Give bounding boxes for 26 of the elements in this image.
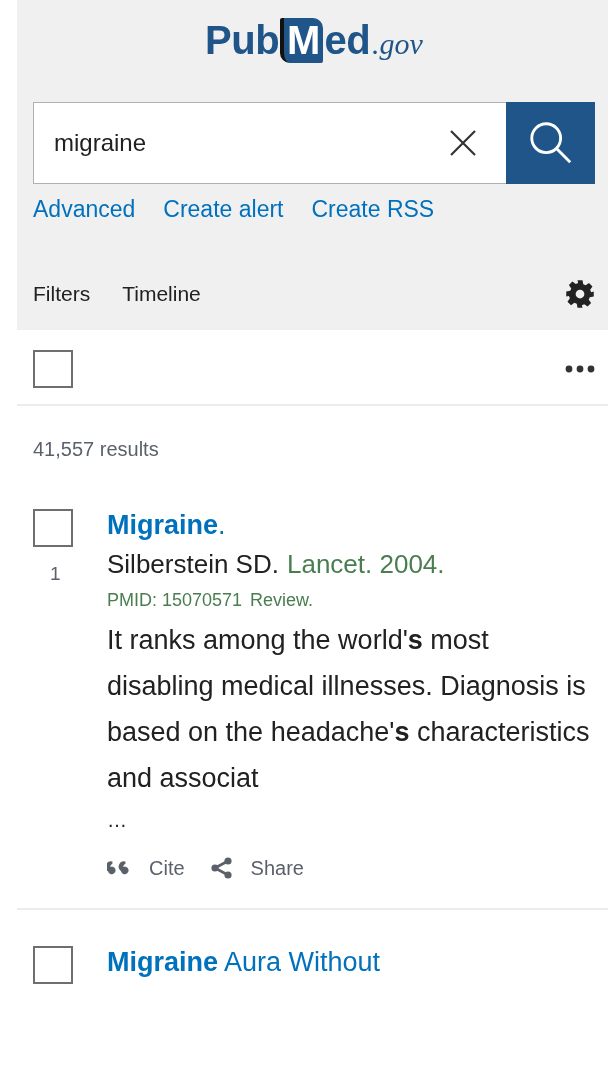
result-authors: Silberstein SD. <box>107 549 279 580</box>
share-button[interactable]: Share <box>208 856 304 880</box>
search-link[interactable]: Create alert <box>163 196 284 223</box>
result-title-link[interactable]: Migraine. <box>107 509 595 541</box>
search-link[interactable]: Create RSS <box>311 196 435 223</box>
tab[interactable]: Filters <box>33 282 91 306</box>
result-journal: Lancet. 2004. <box>286 549 445 580</box>
pubmed-logo[interactable]: Pub Med.gov <box>205 18 423 82</box>
gear-icon[interactable] <box>565 279 595 309</box>
result-checkbox[interactable] <box>33 509 73 547</box>
search-button[interactable] <box>506 102 595 184</box>
result-count: 41,557 results <box>32 437 160 461</box>
search-field[interactable]: migraine <box>33 102 420 184</box>
result-pmid: PMID: 15070571 <box>107 590 243 611</box>
select-all-checkbox[interactable] <box>33 350 73 388</box>
cite-button[interactable]: Cite <box>107 856 185 880</box>
more-icon[interactable] <box>565 365 595 373</box>
result-snippet: It ranks among the world's most disabling medical illnesses. Diagnosis is based on the headache's characteristics and associat <box>107 624 591 795</box>
publication-type: Review. <box>250 590 314 611</box>
tab[interactable]: Timeline <box>122 282 201 306</box>
snippet-ellipsis: … <box>107 809 128 832</box>
share-icon <box>208 856 235 880</box>
result-title-link[interactable]: Migraine Aura Without <box>107 946 595 978</box>
result-checkbox[interactable] <box>33 946 73 984</box>
result-number: 1 <box>50 563 61 585</box>
search-link[interactable]: Advanced <box>33 196 136 223</box>
